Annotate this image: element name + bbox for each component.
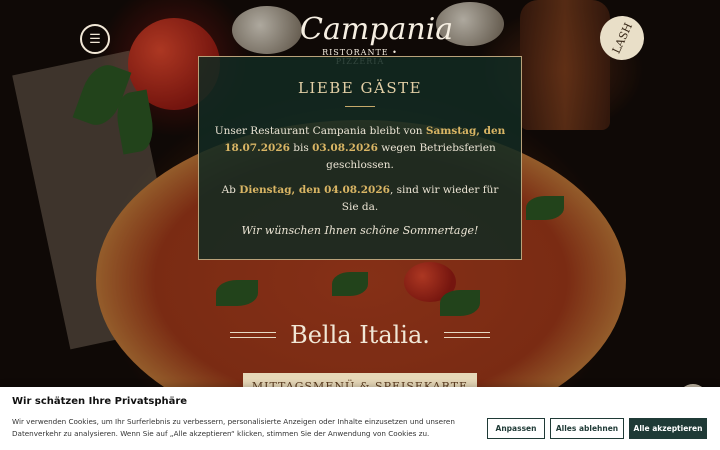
hamburger-menu-icon: ☰ — [89, 31, 101, 47]
notice-reopen-date: Dienstag, den 04.08.2026 — [239, 184, 390, 196]
tagline-divider-right — [443, 332, 490, 338]
notice-closing: Wir wünschen Ihnen schöne Sommertage! — [241, 224, 479, 237]
notice-text: bis — [289, 142, 313, 154]
notice-end-date: 03.08.2026 — [312, 142, 378, 154]
cookie-reject-button[interactable]: Alles ablehnen — [550, 418, 624, 439]
notice-title: LIEBE GÄSTE — [297, 79, 423, 97]
holiday-notice: LIEBE GÄSTE Unser Restaurant Campania bl… — [198, 56, 522, 260]
lash-badge-label: LASH — [609, 20, 635, 56]
cookie-customize-button[interactable]: Anpassen — [487, 418, 545, 439]
notice-text: Unser Restaurant Campania bleibt von — [214, 125, 426, 137]
notice-closure-text: Unser Restaurant Campania bleibt von Sam… — [213, 123, 507, 174]
cookie-text: Wir verwenden Cookies, um Ihr Surferlebn… — [12, 417, 455, 438]
cookie-title: Wir schätzen Ihre Privatsphäre — [12, 396, 188, 407]
tagline-divider-left — [230, 332, 277, 338]
logo-name: Campania — [300, 12, 454, 47]
cookie-banner: Wir schätzen Ihre Privatsphäre Wir verwe… — [0, 387, 720, 450]
notice-text: Ab — [221, 184, 240, 196]
menu-button[interactable]: ☰ — [80, 24, 110, 54]
cookie-accept-button[interactable]: Alle akzeptieren — [629, 418, 707, 439]
hero-tagline: Bella Italia. — [230, 318, 490, 352]
notice-reopen-text: Ab Dienstag, den 04.08.2026, sind wir wi… — [213, 182, 507, 216]
tagline-text: Bella Italia. — [290, 321, 430, 349]
notice-divider — [345, 106, 375, 107]
